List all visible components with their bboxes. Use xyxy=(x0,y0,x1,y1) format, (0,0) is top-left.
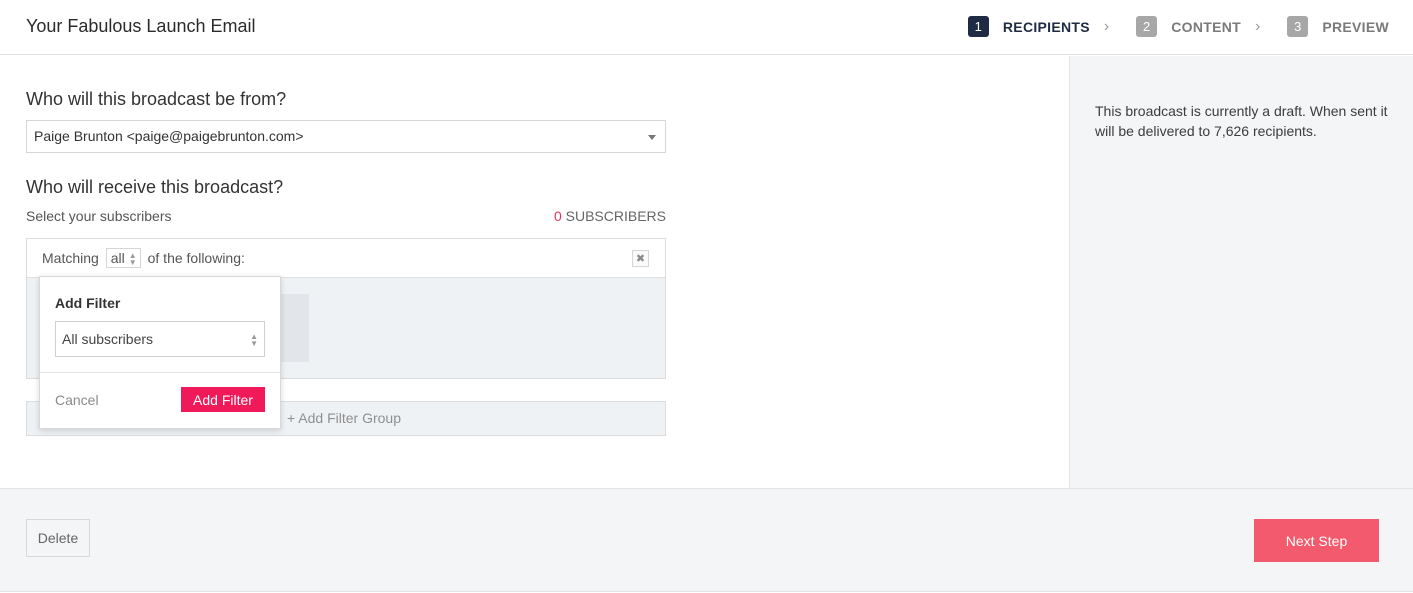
sidebar: This broadcast is currently a draft. Whe… xyxy=(1069,56,1413,488)
subscriber-count: 0 SUBSCRIBERS xyxy=(554,208,666,224)
draft-info-text: This broadcast is currently a draft. Whe… xyxy=(1095,103,1388,139)
filter-placeholder xyxy=(277,294,309,362)
add-filter-button[interactable]: Add Filter xyxy=(181,387,265,412)
subscriber-count-label: SUBSCRIBERS xyxy=(565,208,666,224)
page-title: Your Fabulous Launch Email xyxy=(26,16,256,36)
step-number: 1 xyxy=(967,16,989,37)
select-subscribers-label: Select your subscribers xyxy=(26,208,172,224)
step-label: PREVIEW xyxy=(1322,18,1389,35)
step-number: 2 xyxy=(1136,16,1158,37)
matching-prefix: Matching xyxy=(42,250,99,266)
matching-select-value: all xyxy=(110,250,125,266)
step-navigation: 1 RECIPIENTS › 2 CONTENT › 3 PREVIEW xyxy=(967,16,1389,37)
divider xyxy=(40,372,280,373)
add-filter-popover: Add Filter All subscribers ▲ ▼ Cancel Add… xyxy=(39,276,281,429)
close-icon[interactable]: ✖ xyxy=(632,250,649,267)
step-label: CONTENT xyxy=(1171,18,1241,35)
up-down-arrows-icon: ▲ ▼ xyxy=(128,251,137,267)
next-step-button[interactable]: Next Step xyxy=(1254,519,1379,562)
recipients-question: Who will receive this broadcast? xyxy=(26,177,284,197)
filter-type-value: All subscribers xyxy=(62,331,154,347)
cancel-button[interactable]: Cancel xyxy=(55,392,99,408)
from-select-value: Paige Brunton <paige@paigebrunton.com> xyxy=(34,128,304,144)
filter-type-select[interactable]: All subscribers ▲ ▼ xyxy=(55,321,265,357)
step-preview[interactable]: 3 PREVIEW xyxy=(1287,16,1389,37)
main-panel: Who will this broadcast be from? Paige B… xyxy=(0,56,1069,488)
up-down-arrows-icon: ▲ ▼ xyxy=(250,332,258,348)
chevron-right-icon: › xyxy=(1255,17,1261,35)
step-content[interactable]: 2 CONTENT xyxy=(1136,16,1241,37)
matching-select[interactable]: all ▲ ▼ xyxy=(105,248,141,268)
footer-bar: Delete Next Step xyxy=(0,488,1413,592)
subscriber-count-number: 0 xyxy=(553,208,562,224)
add-filter-group-label: + Add Filter Group xyxy=(287,410,402,426)
chevron-right-icon: › xyxy=(1103,17,1110,35)
from-question: Who will this broadcast be from? xyxy=(26,89,287,109)
popover-title: Add Filter xyxy=(55,295,121,311)
delete-button[interactable]: Delete xyxy=(26,519,90,557)
matching-suffix: of the following: xyxy=(147,250,245,266)
caret-down-icon xyxy=(648,135,656,140)
filter-group-header: Matching all ▲ ▼ of the following: ✖ xyxy=(27,239,665,278)
top-bar: Your Fabulous Launch Email 1 RECIPIENTS … xyxy=(0,0,1413,55)
step-label: RECIPIENTS xyxy=(1002,18,1090,35)
from-select[interactable]: Paige Brunton <paige@paigebrunton.com> xyxy=(26,120,666,153)
step-number: 3 xyxy=(1287,16,1309,37)
step-recipients[interactable]: 1 RECIPIENTS xyxy=(967,16,1090,37)
